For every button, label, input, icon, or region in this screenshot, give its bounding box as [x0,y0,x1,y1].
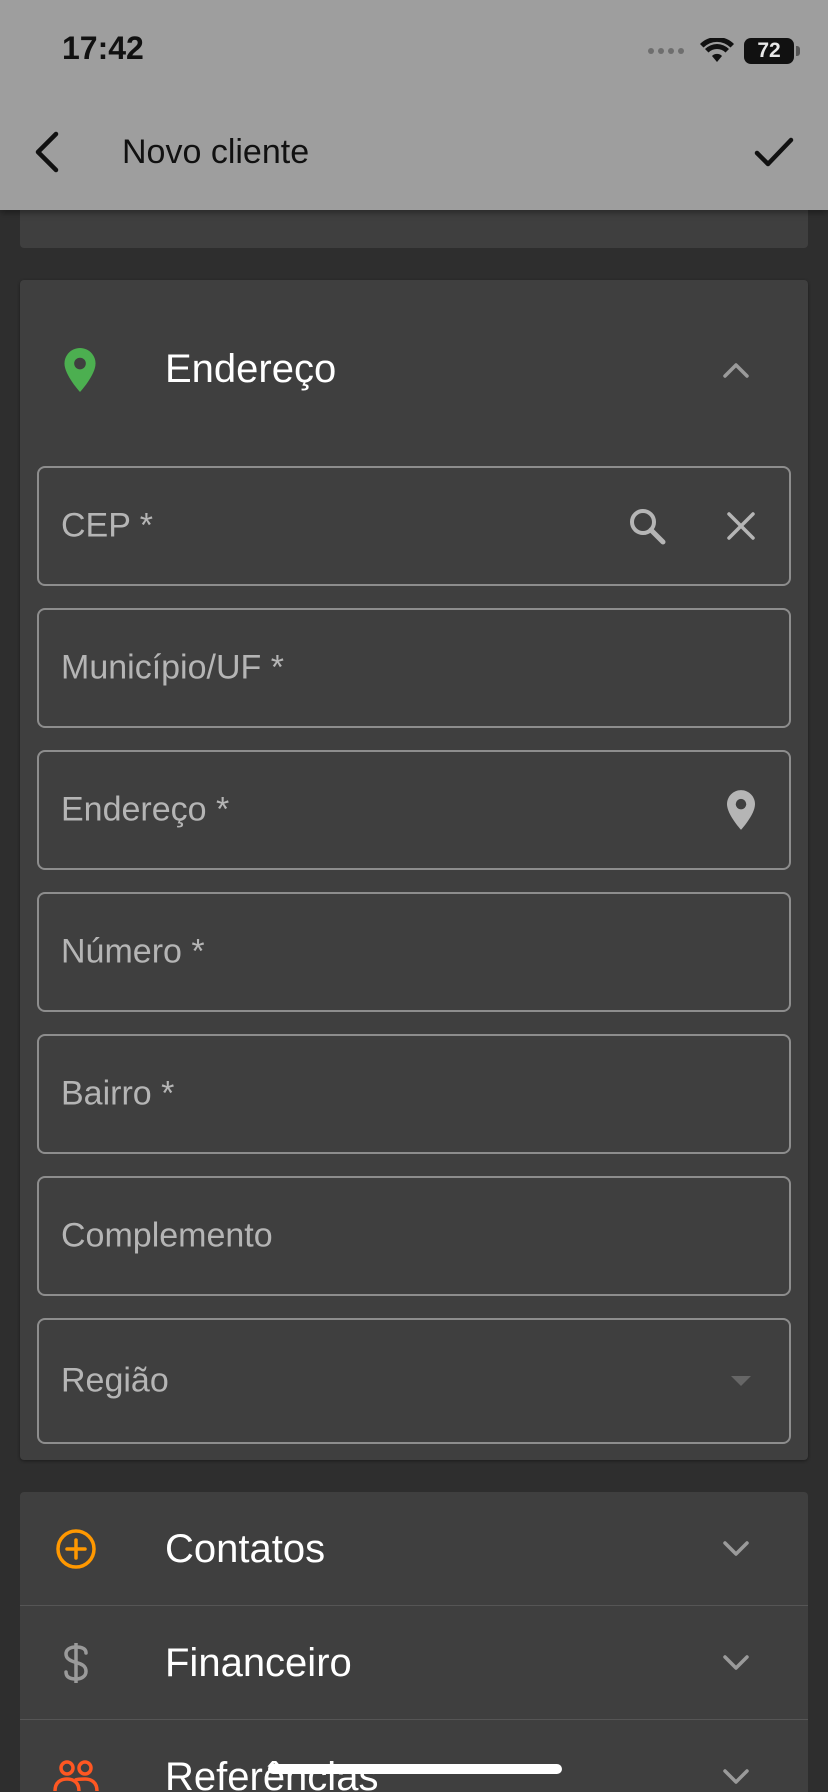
page-title: Novo cliente [122,133,310,171]
chevron-up-icon [716,350,756,390]
address-section-title: Endereço [165,347,337,391]
home-indicator[interactable] [268,1764,562,1774]
close-icon[interactable] [719,504,763,548]
cep-field[interactable]: CEP * [37,466,791,586]
dropdown-arrow-icon [719,1359,763,1403]
bairro-field[interactable]: Bairro * [37,1034,791,1154]
endereco-field[interactable]: Endereço * [37,750,791,870]
status-icons: 72 [648,34,800,68]
section-financeiro[interactable]: Financeiro [20,1606,808,1720]
back-arrow-icon [35,131,59,173]
status-time: 17:42 [62,30,144,66]
chevron-down-icon [716,1529,756,1569]
complemento-field[interactable]: Complemento [37,1176,791,1296]
bairro-label: Bairro * [61,1074,175,1113]
section-referencias[interactable]: Referências [20,1720,808,1792]
address-section-header[interactable]: Endereço [20,280,808,455]
numero-field[interactable]: Número * [37,892,791,1012]
search-icon[interactable] [625,504,669,548]
chevron-down-icon [716,1757,756,1792]
signal-icon [648,48,684,54]
battery-indicator: 72 [744,38,800,64]
cep-label: CEP * [61,506,153,545]
app-bar: 17:42 72 Novo cliente [0,0,828,210]
numero-label: Número * [61,932,205,971]
regiao-select[interactable]: Região [37,1318,791,1444]
municipio-label: Município/UF * [61,648,284,687]
back-button[interactable] [22,122,72,182]
save-button[interactable] [746,124,802,180]
section-contatos[interactable]: Contatos [20,1492,808,1606]
wifi-icon [700,38,734,62]
contatos-label: Contatos [165,1527,326,1571]
complemento-label: Complemento [61,1216,273,1255]
location-pin-icon [56,346,104,394]
add-circle-icon [52,1525,100,1573]
location-pin-icon[interactable] [719,788,763,832]
screen: 17:42 72 Novo cliente Endereço CEP * Mun… [0,0,828,1792]
collapsed-sections: Contatos Financeiro [20,1492,808,1792]
financeiro-label: Financeiro [165,1641,352,1685]
chevron-down-icon [716,1643,756,1683]
dollar-icon [52,1639,100,1687]
check-icon [754,137,794,167]
regiao-label: Região [61,1361,169,1400]
municipio-field[interactable]: Município/UF * [37,608,791,728]
address-section: Endereço CEP * Município/UF * Endereço *… [20,280,808,1460]
people-icon [52,1753,100,1792]
endereco-label: Endereço * [61,790,230,829]
